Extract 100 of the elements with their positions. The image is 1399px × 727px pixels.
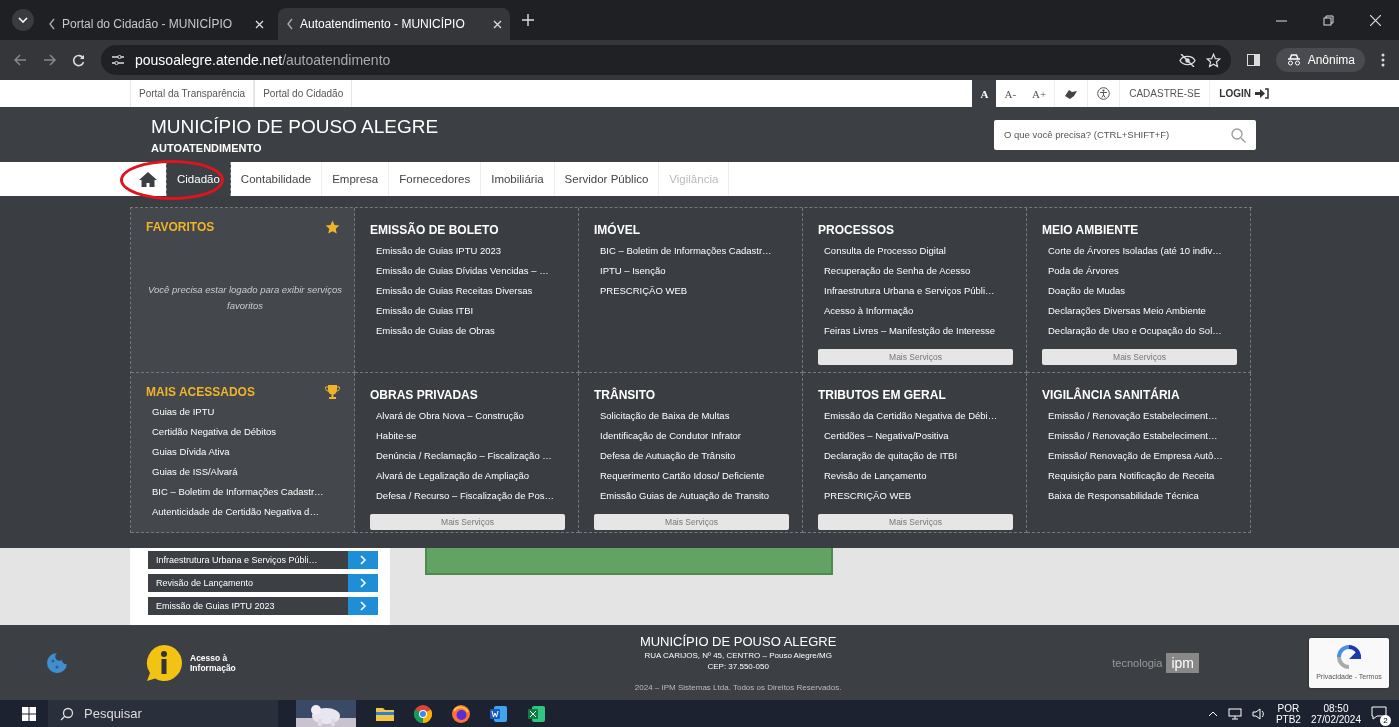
service-link[interactable]: Certidão Negativa de Débitos	[152, 422, 277, 442]
quick-link[interactable]: Revisão de Lançamento	[148, 574, 348, 592]
quick-link[interactable]: Emissão de Guias IPTU 2023	[148, 597, 348, 615]
service-link[interactable]: Emissão de Guias Dívidas Vencidas – …	[376, 261, 549, 281]
login-link[interactable]: LOGIN	[1219, 88, 1251, 99]
info-icon[interactable]	[144, 642, 184, 683]
font-size-button[interactable]: A-	[996, 80, 1025, 107]
service-link[interactable]: Alvará de Legalização de Ampliação	[376, 466, 530, 486]
chevron-icon[interactable]	[359, 601, 367, 611]
notification-icon[interactable]	[1371, 705, 1387, 720]
language-indicator[interactable]: POR PTB2	[1275, 702, 1301, 725]
more-services-button[interactable]: Mais Serviços	[594, 514, 789, 530]
cookie-icon[interactable]	[45, 651, 69, 674]
more-services-button[interactable]: Mais Serviços	[818, 514, 1013, 530]
chevron-icon[interactable]	[359, 578, 367, 588]
close-icon[interactable]	[1370, 14, 1381, 26]
new-tab-icon[interactable]	[522, 14, 534, 26]
restore-icon[interactable]	[1323, 14, 1334, 26]
signup-link[interactable]: CADASTRE-SE	[1129, 88, 1201, 99]
access-info-link[interactable]: Acesso à Informação	[190, 652, 250, 673]
more-services-button[interactable]: Mais Serviços	[370, 514, 565, 530]
service-link[interactable]: Emissão / Renovação Estabeleciment…	[1048, 406, 1218, 426]
service-link[interactable]: Declarações Diversas Meio Ambiente	[1048, 301, 1206, 321]
home-icon[interactable]	[139, 171, 157, 187]
service-link[interactable]: Defesa de Autuação de Trânsito	[600, 446, 736, 466]
service-link[interactable]: Consulta de Processo Digital	[824, 241, 946, 261]
service-link[interactable]: Poda de Árvores	[1048, 261, 1119, 281]
service-link[interactable]: Infraestrutura Urbana e Serviços Públi…	[824, 281, 995, 301]
service-link[interactable]: Emissão / Renovação Estabeleciment…	[1048, 426, 1218, 446]
service-link[interactable]: Emissão de Guias IPTU 2023	[376, 241, 502, 261]
service-link[interactable]: Doação de Mudas	[1048, 281, 1126, 301]
folder-icon[interactable]	[376, 706, 394, 721]
service-link[interactable]: Guias de ISS/Alvará	[152, 462, 238, 482]
service-link[interactable]: PRESCRIÇÃO WEB	[600, 281, 688, 301]
close-icon[interactable]	[493, 19, 502, 29]
service-link[interactable]: Emissão de Guias Receitas Diversas	[376, 281, 533, 301]
taskbar-search[interactable]: Pesquisar	[48, 700, 278, 727]
service-link[interactable]: Autenticidade de Certidão Negativa d…	[152, 502, 319, 522]
back-icon[interactable]	[14, 54, 27, 66]
search-field[interactable]: O que você precisa? (CTRL+SHIFT+F)	[994, 119, 1256, 150]
profile-button[interactable]: Anônima	[1275, 48, 1365, 72]
address-bar[interactable]: pousoalegre.atende.net/autoatendimento	[101, 45, 1231, 75]
service-link[interactable]: Declaração de Uso e Ocupação do Sol…	[1048, 321, 1222, 341]
service-link[interactable]: Feiras Livres – Manifestção de Interesse	[824, 321, 996, 341]
spreadsheet-icon[interactable]	[528, 704, 546, 723]
service-link[interactable]: PRESCRIÇÃO WEB	[824, 486, 912, 506]
service-link[interactable]: Emissão Guias de Autuação de Transito	[600, 486, 769, 506]
font-size-button[interactable]: A	[972, 80, 997, 107]
browser-tab[interactable]: Portal do Cidadão - MUNICÍPIO	[40, 8, 272, 40]
incognito-icon[interactable]	[1285, 54, 1302, 66]
word-icon[interactable]	[490, 704, 508, 723]
more-services-button[interactable]: Mais Serviços	[1042, 349, 1237, 365]
volume-icon[interactable]	[1251, 707, 1266, 720]
network-icon[interactable]	[1227, 707, 1242, 720]
reload-icon[interactable]	[72, 53, 85, 67]
tab-search-button[interactable]	[12, 9, 34, 31]
search-icon[interactable]	[60, 706, 74, 721]
service-link[interactable]: Alvará de Obra Nova – Construção	[376, 406, 524, 426]
service-link[interactable]: Requerimento Cartão Idoso/ Deficiente	[600, 466, 765, 486]
caret-icon[interactable]	[1207, 710, 1218, 717]
windows-icon[interactable]	[22, 706, 36, 721]
service-link[interactable]: Identificação de Condutor Infrator	[600, 426, 741, 446]
side-panel-icon[interactable]	[1246, 54, 1260, 66]
service-link[interactable]: Guias Dívida Ativa	[152, 442, 230, 462]
service-link[interactable]: Recuperação de Senha de Acesso	[824, 261, 971, 281]
firefox-icon[interactable]	[452, 704, 470, 723]
service-link[interactable]: BIC – Boletim de Informações Cadastr…	[600, 241, 772, 261]
menu-icon[interactable]	[1381, 53, 1385, 67]
service-link[interactable]: Corte de Árvores Isoladas (até 10 indiv…	[1048, 241, 1222, 261]
service-link[interactable]: Emissão de Guias ITBI	[376, 301, 474, 321]
service-link[interactable]: Emissão/ Renovação de Empresa Autô…	[1048, 446, 1223, 466]
close-icon[interactable]	[255, 19, 264, 29]
quick-link[interactable]: Infraestrutura Urbana e Serviços Públi…	[148, 551, 348, 569]
caret-icon[interactable]	[18, 17, 28, 23]
accessibility-icon[interactable]	[1097, 87, 1111, 100]
chrome-icon[interactable]	[414, 704, 432, 723]
service-link[interactable]: Defesa / Recurso – Fiscalização de Pos…	[376, 486, 554, 506]
site-info-icon[interactable]	[111, 54, 125, 66]
service-link[interactable]: Denúncia / Reclamação – Fiscalização …	[376, 446, 552, 466]
service-link[interactable]: Requisição para Notificação de Receita	[1048, 466, 1215, 486]
clock[interactable]: 08:50 27/02/2024	[1310, 702, 1361, 725]
service-link[interactable]: Certidões – Negativa/Positiva	[824, 426, 949, 446]
login-icon[interactable]	[1255, 88, 1269, 99]
service-link[interactable]: Solicitação de Baixa de Multas	[600, 406, 730, 426]
service-link[interactable]: IPTU – Isenção	[600, 261, 666, 281]
service-link[interactable]: Acesso à Informação	[824, 301, 914, 321]
service-link[interactable]: Emissão de Guias de Obras	[376, 321, 495, 341]
chevron-icon[interactable]	[359, 555, 367, 565]
service-link[interactable]: BIC – Boletim de Informações Cadastr…	[152, 482, 324, 502]
service-link[interactable]: Baixa de Responsabilidade Técnica	[1048, 486, 1199, 506]
service-link[interactable]: Declaração de quitação de ITBI	[824, 446, 958, 466]
service-link[interactable]: Revisão de Lançamento	[824, 466, 927, 486]
service-link[interactable]: Emissão da Certidão Negativa de Débi…	[824, 406, 998, 426]
service-link[interactable]: Habite-se	[376, 426, 417, 446]
font-size-button[interactable]: A+	[1024, 80, 1055, 107]
nav-tab[interactable]: Cidadão	[166, 162, 231, 196]
browser-tab[interactable]: Autoatendimento - MUNICÍPIO	[278, 8, 510, 40]
forward-icon[interactable]	[43, 54, 56, 66]
star-icon[interactable]	[1205, 52, 1221, 68]
more-services-button[interactable]: Mais Serviços	[818, 349, 1013, 365]
